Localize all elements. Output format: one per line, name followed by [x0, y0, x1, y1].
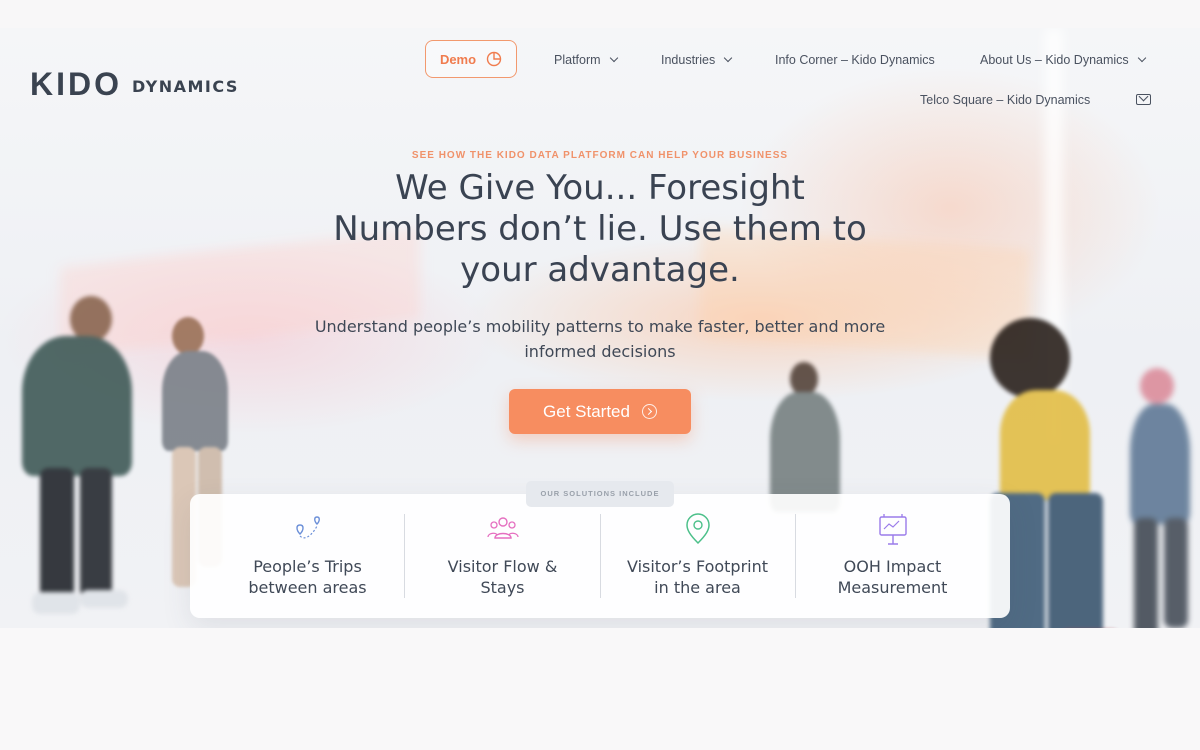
location-pin-icon	[685, 513, 710, 545]
demo-label: Demo	[439, 51, 477, 67]
nav-info-corner-label: Info Corner – Kido Dynamics	[775, 53, 935, 67]
nav-telco-square-label: Telco Square – Kido Dynamics	[920, 93, 1091, 107]
people-group-icon	[486, 517, 519, 539]
solutions-tag: OUR SOLUTIONS INCLUDE	[526, 481, 674, 507]
solutions-panel: People’s Trips between areas Visitor Flo…	[190, 494, 1010, 618]
chevron-down-icon	[1137, 53, 1146, 63]
headline-line-2: Numbers don’t lie. Use them to	[333, 209, 867, 249]
nav-about-us-label: About Us – Kido Dynamics	[980, 53, 1129, 67]
subtitle-line-2: informed decisions	[524, 342, 676, 361]
hero-headline: We Give You... Foresight Numbers don’t l…	[250, 168, 950, 291]
solution-ooh-impact[interactable]: OOH Impact Measurement	[795, 494, 990, 618]
chevron-down-icon	[723, 53, 733, 63]
demo-button[interactable]: Demo	[425, 40, 517, 78]
solution-label-line: Visitor Flow &	[447, 557, 558, 576]
nav-info-corner[interactable]: Info Corner – Kido Dynamics	[775, 53, 935, 67]
solution-visitor-flow[interactable]: Visitor Flow & Stays	[405, 494, 600, 618]
top-strip	[0, 0, 1200, 28]
pie-chart-icon	[486, 51, 502, 67]
get-started-button[interactable]: Get Started	[509, 389, 691, 434]
chevron-down-icon	[609, 53, 618, 63]
solution-label: People’s Trips between areas	[210, 556, 405, 598]
page-bottom	[0, 628, 1200, 750]
nav-about-us[interactable]: About Us – Kido Dynamics	[980, 53, 1146, 67]
solution-label: OOH Impact Measurement	[795, 556, 990, 598]
nav-platform[interactable]: Platform	[554, 53, 618, 67]
logo-subtitle: DYNAMICS	[132, 77, 239, 96]
get-started-label: Get Started	[543, 401, 630, 421]
person-figure	[1120, 328, 1200, 628]
billboard-icon	[878, 514, 907, 545]
solution-label-line: Stays	[480, 578, 525, 597]
solution-peoples-trips[interactable]: People’s Trips between areas	[210, 494, 405, 618]
nav-industries-label: Industries	[661, 53, 716, 67]
solution-label-line: in the area	[654, 578, 741, 597]
nav-telco-square[interactable]: Telco Square – Kido Dynamics	[920, 93, 1090, 107]
mail-icon[interactable]	[1136, 94, 1151, 105]
logo-wordmark: KIDO	[30, 66, 122, 102]
subtitle-line-1: Understand people’s mobility patterns to…	[314, 317, 886, 336]
solution-label: Visitor’s Footprint in the area	[600, 556, 795, 598]
person-figure	[0, 288, 150, 628]
solution-label-line: OOH Impact	[843, 557, 942, 576]
arrow-right-circle-icon	[641, 404, 657, 419]
headline-line-1: We Give You... Foresight	[395, 168, 805, 208]
solution-label-line: People’s Trips	[253, 557, 362, 576]
solution-label-line: Measurement	[837, 578, 948, 597]
brand-logo[interactable]: KIDO DYNAMICS	[30, 66, 239, 103]
hero-eyebrow: SEE HOW THE KIDO DATA PLATFORM CAN HELP …	[411, 150, 789, 161]
nav-industries[interactable]: Industries	[661, 53, 733, 67]
hero-subtitle: Understand people’s mobility patterns to…	[300, 314, 900, 364]
map-pins-route-icon	[295, 516, 320, 539]
solution-label-line: Visitor’s Footprint	[626, 557, 769, 576]
solution-visitors-footprint[interactable]: Visitor’s Footprint in the area	[600, 494, 795, 618]
headline-line-3: your advantage.	[460, 250, 740, 290]
nav-platform-label: Platform	[554, 53, 601, 67]
solution-label-line: between areas	[248, 578, 367, 597]
solution-label: Visitor Flow & Stays	[405, 556, 600, 598]
